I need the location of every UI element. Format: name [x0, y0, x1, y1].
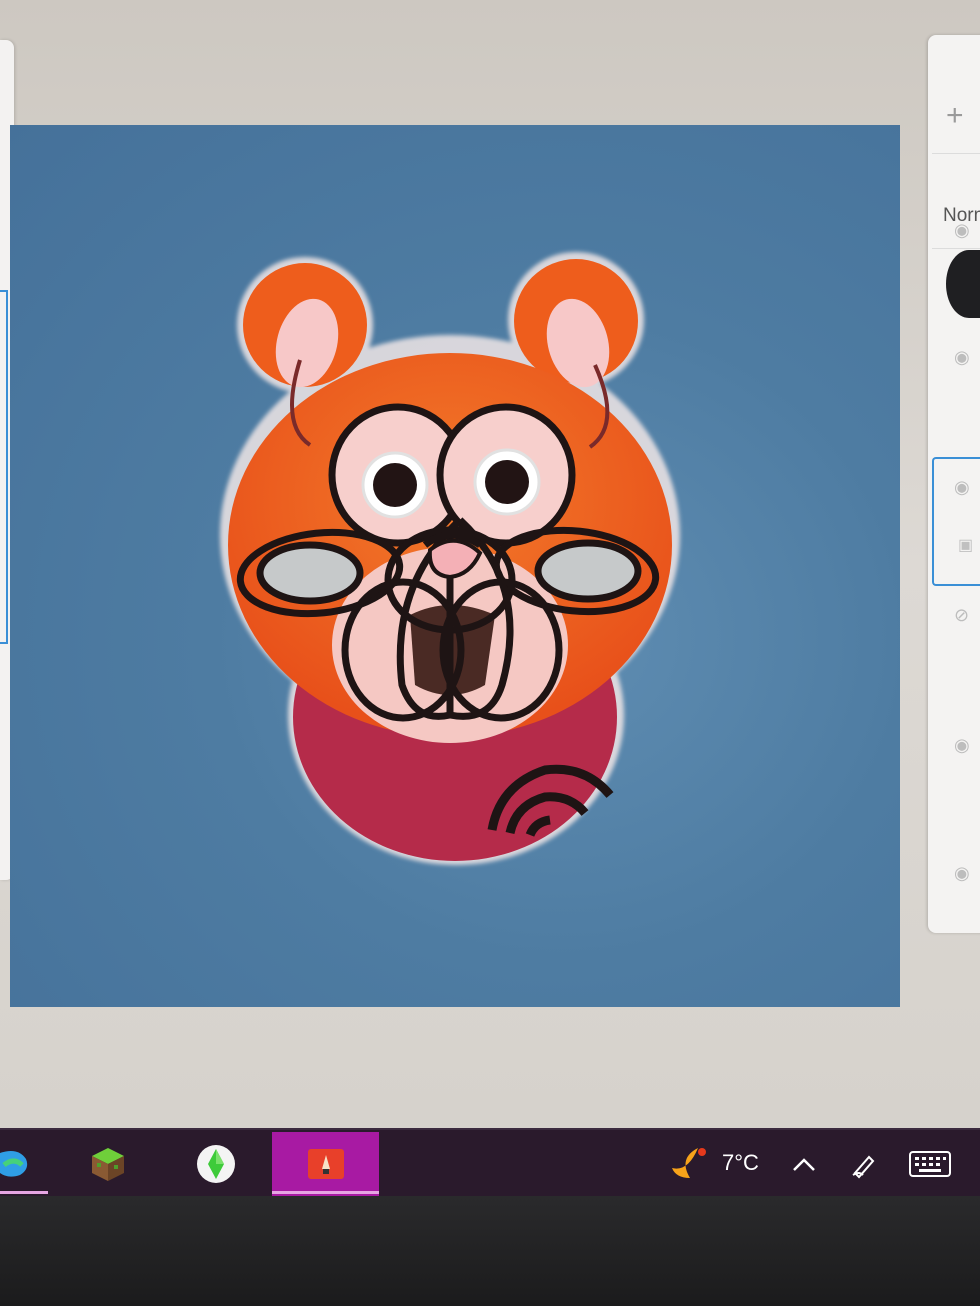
monitor-bezel	[0, 1196, 980, 1306]
add-layer-button[interactable]: +	[946, 99, 964, 133]
eye-icon[interactable]: ◉	[954, 863, 970, 884]
weather-temperature[interactable]: 7°C	[722, 1150, 759, 1176]
taskbar: 7°C	[0, 1128, 980, 1198]
minecraft-icon[interactable]	[88, 1144, 128, 1184]
layer-thumbnail	[946, 250, 980, 318]
divider	[932, 153, 980, 154]
pen-icon[interactable]	[846, 1144, 882, 1184]
selected-layer-highlight	[932, 457, 980, 586]
divider	[932, 248, 980, 249]
drawing-app-running-indicator	[272, 1191, 379, 1194]
moon-weather-icon[interactable]	[668, 1144, 708, 1184]
workspace: + Normal ◉ ◉ ◉ ▣ ⊘ ◉ ◉	[0, 0, 980, 1130]
keyboard-icon[interactable]	[908, 1144, 952, 1184]
eye-icon[interactable]: ◉	[954, 735, 970, 756]
drawing-app-icon[interactable]	[306, 1144, 346, 1184]
tool-panel-selection	[0, 290, 8, 644]
edge-running-indicator	[0, 1191, 48, 1194]
eye-hidden-icon[interactable]: ⊘	[954, 605, 969, 626]
edge-icon[interactable]	[0, 1144, 32, 1184]
eye-icon[interactable]: ◉	[954, 347, 970, 368]
bear-artwork	[220, 252, 680, 865]
sims-plumbob-icon[interactable]	[195, 1144, 237, 1184]
chevron-up-icon[interactable]	[790, 1144, 818, 1184]
eye-icon[interactable]: ◉	[954, 220, 970, 241]
drawing-canvas[interactable]	[10, 125, 900, 1007]
